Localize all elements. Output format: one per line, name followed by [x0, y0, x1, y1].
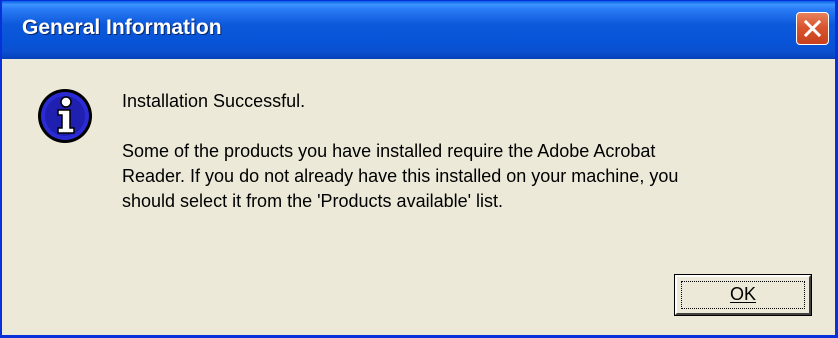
ok-button-label: OK [729, 284, 756, 304]
message-line-2: Some of the products you have installed … [122, 141, 679, 211]
message-line-1: Installation Successful. [122, 91, 306, 111]
title-bar[interactable]: General Information [2, 1, 835, 59]
close-icon [803, 19, 822, 38]
close-button[interactable] [796, 12, 829, 45]
window-title: General Information [22, 16, 222, 39]
info-icon [38, 89, 92, 143]
ok-button[interactable]: OK [674, 274, 812, 316]
general-information-dialog: General Information Installation Success… [0, 0, 838, 338]
message-area: Installation Successful. Some of the pro… [122, 89, 812, 214]
